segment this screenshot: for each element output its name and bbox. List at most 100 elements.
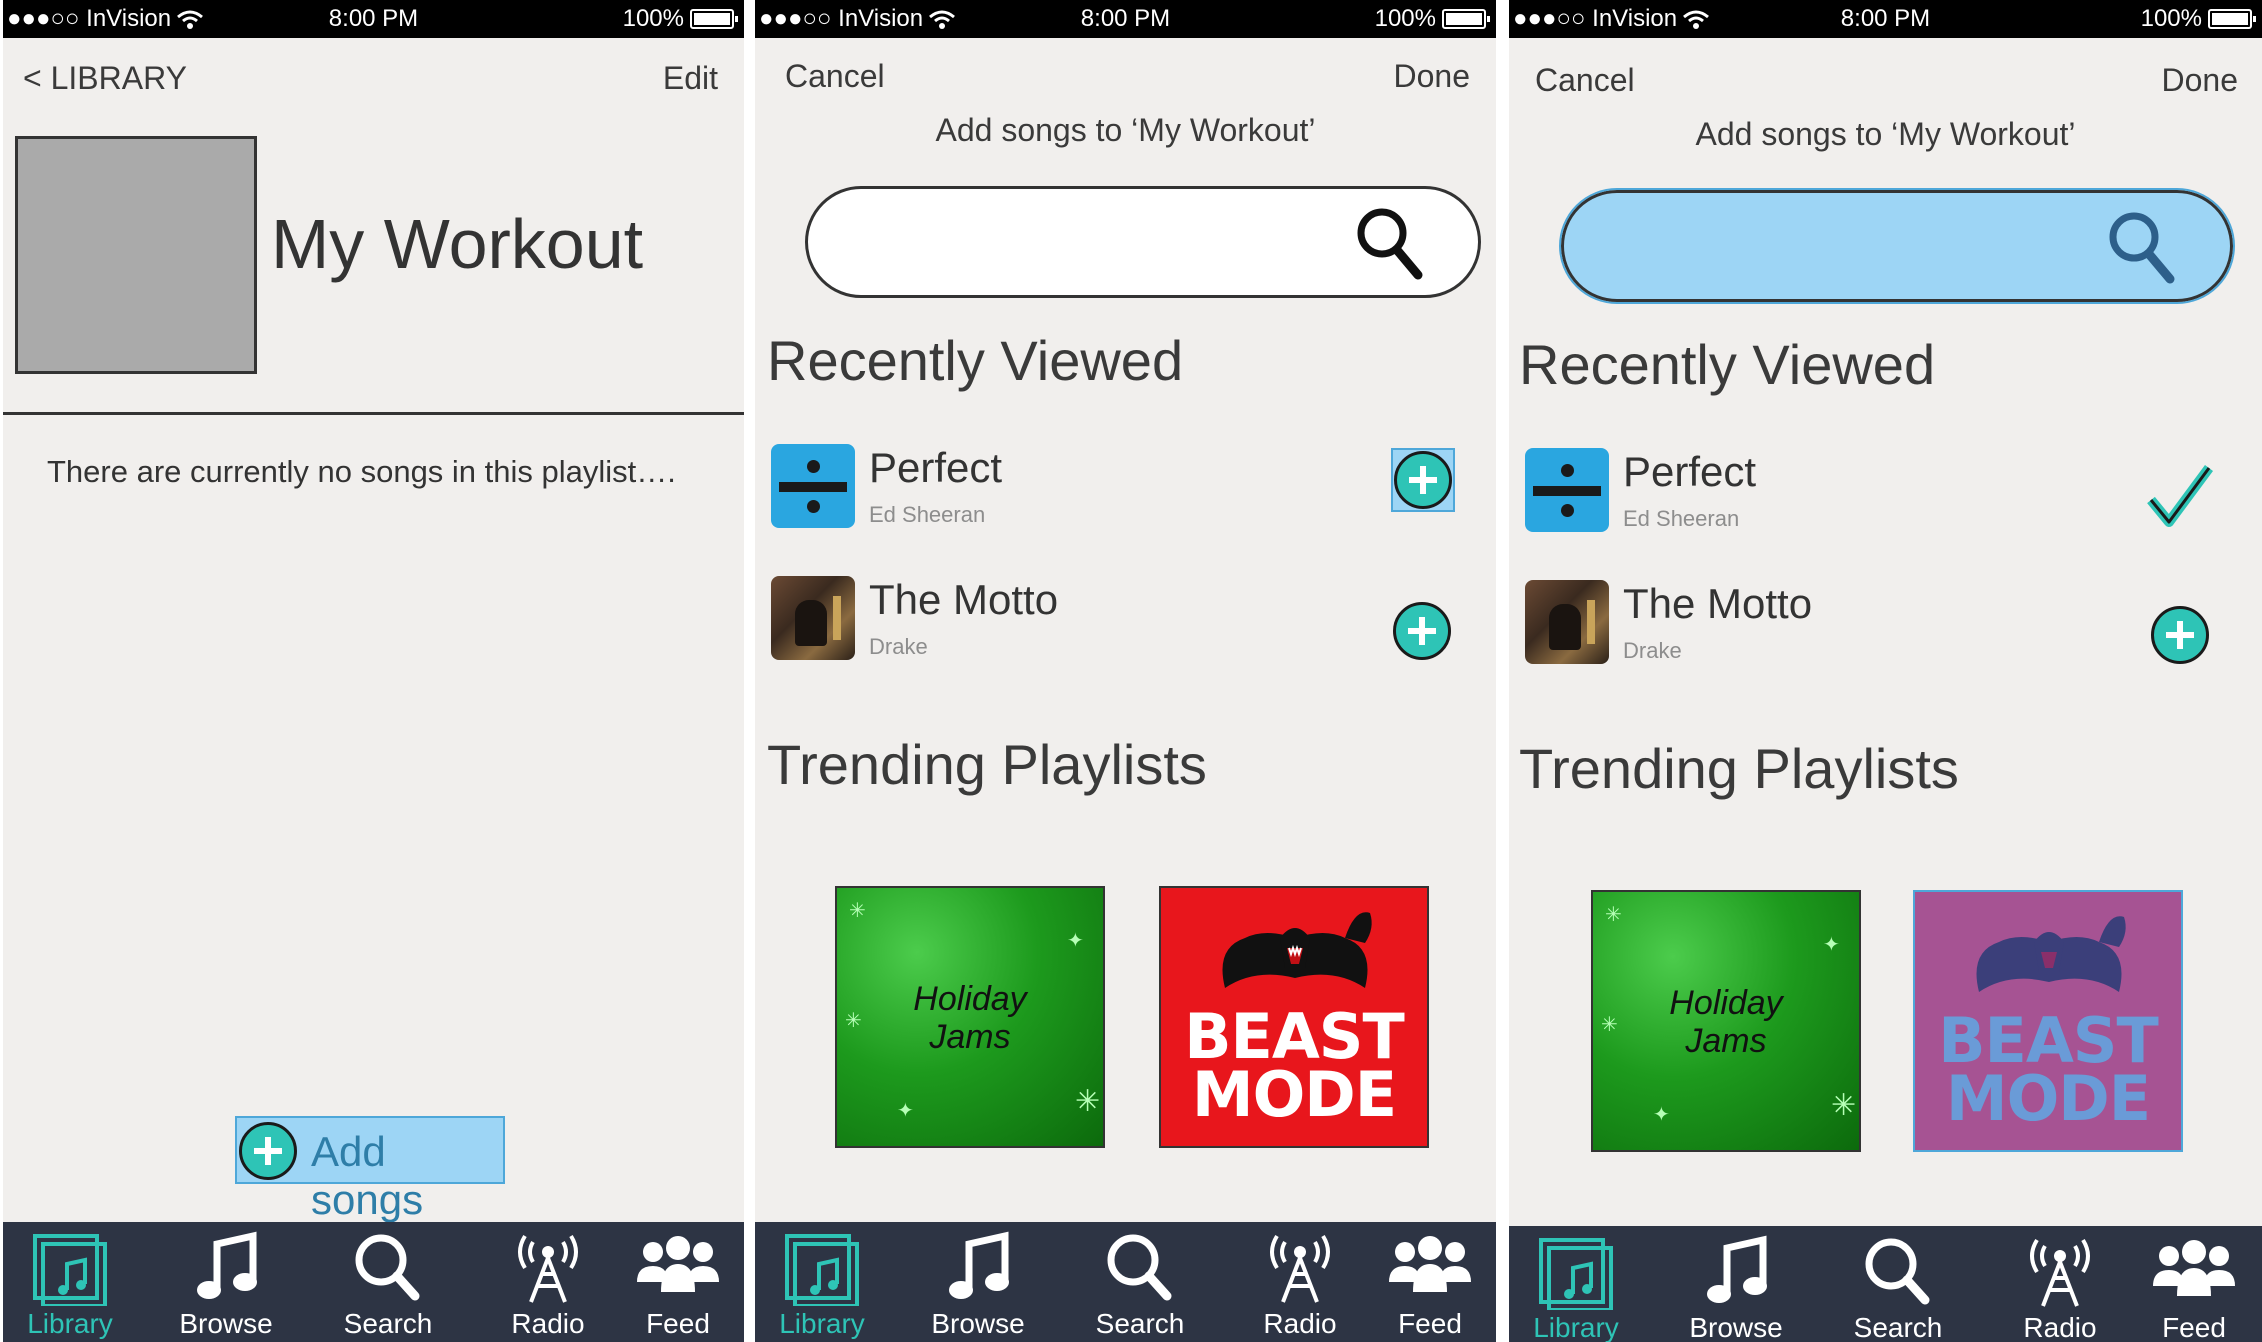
song-row-the-motto[interactable]: The Motto Drake (771, 576, 1471, 666)
song-artist: Drake (869, 634, 928, 659)
add-song-button-highlight[interactable] (1391, 448, 1455, 512)
music-note-icon (949, 1231, 1009, 1299)
song-row-perfect[interactable]: Perfect Ed Sheeran (1525, 448, 2225, 538)
recently-viewed-heading: Recently Viewed (1519, 333, 1936, 396)
song-row-the-motto[interactable]: The Motto Drake (1525, 580, 2225, 670)
tab-label: Browse (1689, 1312, 1783, 1342)
tab-browse[interactable]: Browse (913, 1222, 1043, 1342)
add-songs-label: Add songs (311, 1128, 424, 1223)
playlist-label: Holiday Jams (913, 980, 1027, 1056)
add-songs-subtitle: Add songs to ‘My Workout’ (1695, 116, 2076, 152)
tab-browse[interactable]: Browse (1671, 1226, 1801, 1342)
tab-feed[interactable]: Feed (2129, 1226, 2259, 1342)
playlist-label: BEAST MODE (1938, 1004, 2159, 1135)
playlist-holiday-jams[interactable]: ✳ ✦ ✳ ✳ ✦ Holiday Jams (1591, 890, 1861, 1152)
tab-radio[interactable]: Radio (1995, 1226, 2125, 1342)
add-song-button[interactable] (2151, 606, 2209, 664)
screen-add-songs: ●●●○○ InVision 8:00 PM 100% Cancel Done … (752, 0, 1496, 1342)
song-row-perfect[interactable]: Perfect Ed Sheeran (771, 444, 1471, 534)
tab-search[interactable]: Search (323, 1222, 453, 1342)
battery-percent: 100% (1374, 5, 1436, 32)
song-title: Perfect (869, 444, 1003, 491)
status-bar: ●●●○○ InVision 8:00 PM 100% (755, 0, 1496, 38)
done-button[interactable]: Done (1394, 58, 1471, 95)
music-folder-icon (785, 1234, 859, 1306)
tab-label: Library (1533, 1312, 1619, 1342)
playlist-title: My Workout (271, 205, 644, 283)
search-icon (355, 1234, 420, 1301)
tab-bar: Library Browse Search Radio Feed (1509, 1226, 2262, 1342)
song-title: The Motto (869, 576, 1059, 623)
back-to-library-button[interactable]: < LIBRARY (23, 60, 187, 97)
empty-playlist-message: There are currently no songs in this pla… (47, 454, 676, 489)
song-artist: Ed Sheeran (869, 502, 986, 527)
trending-playlists-heading: Trending Playlists (767, 733, 1207, 796)
tab-label: Feed (646, 1308, 710, 1339)
tab-feed[interactable]: Feed (613, 1222, 743, 1342)
add-song-button[interactable] (1393, 602, 1451, 660)
song-title: The Motto (1623, 580, 1813, 627)
music-folder-icon (33, 1234, 107, 1306)
album-art-perfect (1525, 448, 1609, 532)
tab-label: Library (779, 1308, 865, 1339)
search-input[interactable] (1559, 188, 2235, 304)
tab-radio[interactable]: Radio (1235, 1222, 1365, 1342)
tab-library[interactable]: Library (1511, 1226, 1641, 1342)
tab-bar: Library Browse Search Radio Feed (755, 1222, 1496, 1342)
song-artist: Drake (1623, 638, 1682, 663)
tab-radio[interactable]: Radio (483, 1222, 613, 1342)
playlist-holiday-jams[interactable]: ✳ ✦ ✳ ✳ ✦ Holiday Jams (835, 886, 1105, 1148)
divider (3, 412, 744, 415)
tab-label: Search (343, 1308, 433, 1339)
search-icon (1357, 208, 1423, 280)
tab-label: Search (1853, 1312, 1943, 1342)
playlist-artwork (15, 136, 257, 374)
tab-label: Radio (511, 1308, 585, 1339)
playlist-label: BEAST MODE (1184, 1000, 1405, 1131)
album-art-perfect (771, 444, 855, 528)
tab-search[interactable]: Search (1833, 1226, 1963, 1342)
trending-playlists-heading: Trending Playlists (1519, 737, 1959, 800)
done-button[interactable]: Done (2162, 62, 2239, 99)
battery-icon (1442, 9, 1490, 29)
add-songs-button[interactable]: Add songs (235, 1116, 505, 1223)
checkmark-icon (2147, 465, 2214, 527)
cancel-button[interactable]: Cancel (785, 58, 885, 95)
music-note-icon (1707, 1235, 1767, 1303)
add-circle-icon (239, 1122, 297, 1180)
search-icon (2109, 212, 2175, 284)
tab-label: Radio (1263, 1308, 1337, 1339)
tab-label: Library (27, 1308, 113, 1339)
battery-percent: 100% (2140, 5, 2202, 32)
battery-percent: 100% (622, 5, 684, 32)
radio-tower-icon (518, 1234, 578, 1303)
tab-library[interactable]: Library (5, 1222, 135, 1342)
album-art-the-motto (771, 576, 855, 660)
tab-browse[interactable]: Browse (161, 1222, 291, 1342)
radio-tower-icon (1270, 1234, 1330, 1303)
album-art-the-motto (1525, 580, 1609, 664)
search-icon (1107, 1234, 1172, 1301)
playlist-beast-mode[interactable]: BEAST MODE (1159, 886, 1429, 1148)
tab-label: Search (1095, 1308, 1185, 1339)
cancel-button[interactable]: Cancel (1535, 62, 1635, 99)
status-bar: ●●●○○ InVision 8:00 PM 100% (1509, 0, 2262, 38)
add-songs-subtitle: Add songs to ‘My Workout’ (935, 112, 1316, 148)
tab-library[interactable]: Library (757, 1222, 887, 1342)
tab-feed[interactable]: Feed (1365, 1222, 1495, 1342)
search-input[interactable] (805, 186, 1481, 298)
radio-tower-icon (2030, 1238, 2090, 1307)
screen-playlist-detail: ●●●○○ InVision 8:00 PM 100% < LIBRARY Ed… (0, 0, 744, 1342)
tab-label: Browse (179, 1308, 273, 1339)
song-artist: Ed Sheeran (1623, 506, 1740, 531)
edit-button[interactable]: Edit (663, 60, 718, 97)
music-folder-icon (1539, 1238, 1613, 1310)
tab-bar: Library Browse Search Radio Feed (3, 1222, 744, 1342)
playlist-beast-mode-selected[interactable]: BEAST MODE (1913, 890, 2183, 1152)
tab-search[interactable]: Search (1075, 1222, 1205, 1342)
recently-viewed-heading: Recently Viewed (767, 329, 1184, 392)
people-icon (1389, 1236, 1471, 1292)
status-bar: ●●●○○ InVision 8:00 PM 100% (3, 0, 744, 38)
tab-label: Radio (2023, 1312, 2097, 1342)
song-title: Perfect (1623, 448, 1757, 495)
